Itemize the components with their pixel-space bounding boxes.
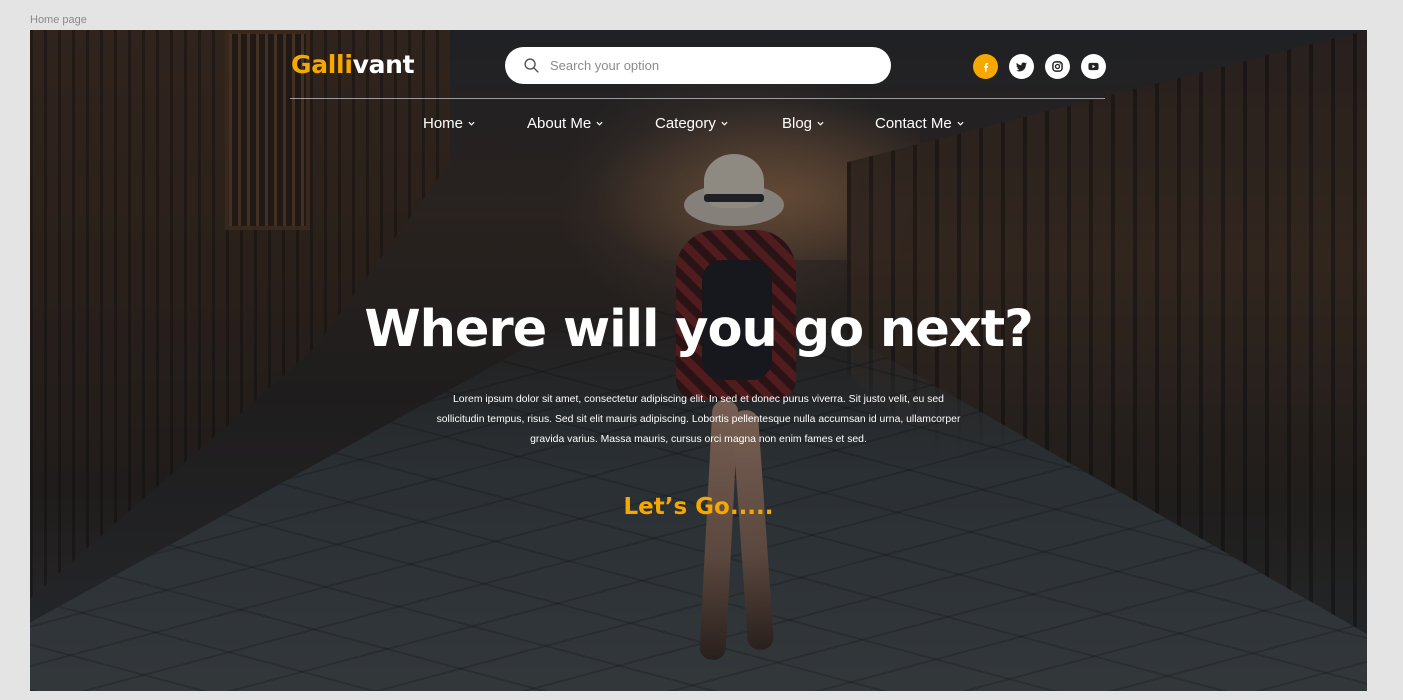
nav-item-label: Category (655, 115, 716, 132)
twitter-button[interactable] (1009, 54, 1034, 79)
nav-item-blog[interactable]: Blog (782, 115, 824, 132)
logo-accent: Galli (291, 50, 353, 79)
logo-rest: vant (352, 50, 415, 79)
facebook-button[interactable] (973, 54, 998, 79)
search-bar[interactable] (505, 47, 891, 84)
chevron-down-icon (468, 121, 475, 126)
search-icon[interactable] (523, 57, 540, 74)
youtube-icon (1088, 62, 1099, 71)
site-logo[interactable]: Gallivant (291, 50, 415, 79)
main-nav: Home About Me Category Blog Contact Me (30, 115, 1367, 137)
frame-label: Home page (30, 14, 87, 26)
search-input[interactable] (550, 50, 870, 81)
nav-item-label: Contact Me (875, 115, 952, 132)
nav-item-home[interactable]: Home (423, 115, 475, 132)
nav-item-label: Home (423, 115, 464, 132)
hero-section: Gallivant Search your option Home About … (30, 30, 1367, 691)
instagram-button[interactable] (1045, 54, 1070, 79)
instagram-icon (1052, 61, 1063, 72)
twitter-icon (1016, 61, 1027, 71)
nav-item-category[interactable]: Category (655, 115, 728, 132)
youtube-button[interactable] (1081, 54, 1106, 79)
chevron-down-icon (721, 121, 728, 126)
cta-container: Let’s Go..... (30, 494, 1367, 520)
hero-intro-line: sollicitudin tempus, risus. Sed sit elit… (436, 414, 961, 425)
hero-headline: Where will you go next? (364, 300, 1033, 359)
chevron-down-icon (957, 121, 964, 126)
social-links (973, 54, 1106, 79)
nav-item-about[interactable]: About Me (527, 115, 603, 132)
chevron-down-icon (817, 121, 824, 126)
nav-item-contact[interactable]: Contact Me (875, 115, 964, 132)
header-divider (290, 98, 1105, 99)
facebook-icon (983, 62, 988, 72)
hero-intro: Lorem ipsum dolor sit amet, consectetur … (395, 390, 1002, 450)
nav-item-label: Blog (782, 115, 813, 132)
nav-item-label: About Me (527, 115, 592, 132)
hero-intro-line: Lorem ipsum dolor sit amet, consectetur … (453, 394, 944, 405)
hero-intro-line: gravida varius. Massa mauris, cursus orc… (530, 434, 867, 445)
chevron-down-icon (596, 121, 603, 126)
lets-go-link[interactable]: Let’s Go..... (623, 494, 773, 520)
